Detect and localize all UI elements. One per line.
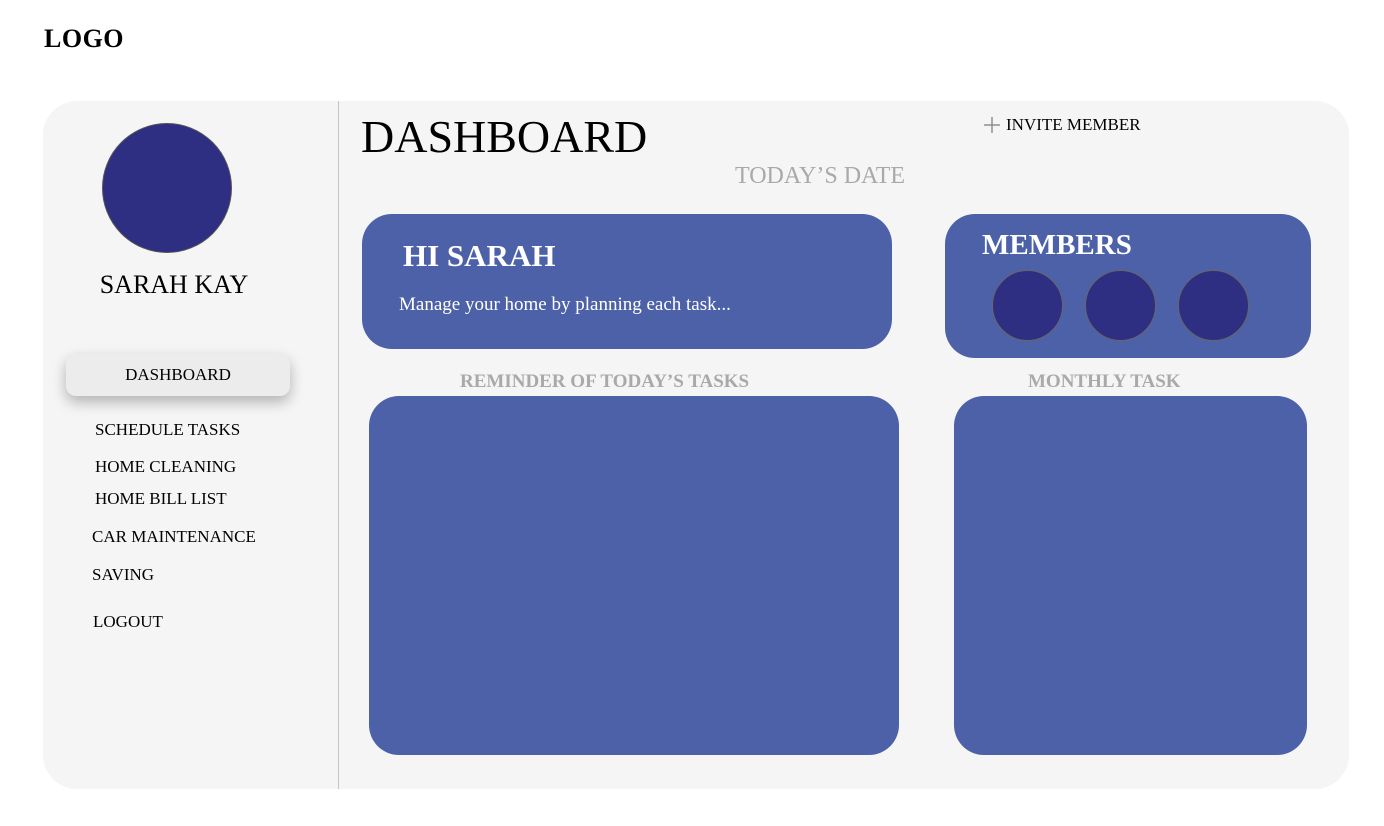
plus-icon [984, 117, 1000, 133]
sidebar-item-dashboard[interactable]: DASHBOARD [66, 354, 290, 396]
member-avatar[interactable] [1085, 270, 1156, 341]
sidebar-item-schedule-tasks[interactable]: SCHEDULE TASKS [95, 420, 240, 440]
user-avatar[interactable] [102, 123, 232, 253]
sidebar-item-home-bill-list[interactable]: HOME BILL LIST [95, 489, 227, 509]
members-card: MEMBERS [945, 214, 1311, 358]
invite-member-button[interactable]: INVITE MEMBER [983, 114, 1141, 136]
greeting-subtitle: Manage your home by planning each task..… [399, 294, 731, 315]
members-title: MEMBERS [982, 229, 1132, 261]
sidebar-item-saving[interactable]: SAVING [92, 565, 154, 585]
app-card: SARAH KAY DASHBOARD SCHEDULE TASKS HOME … [43, 101, 1349, 789]
page-title: DASHBOARD [361, 111, 648, 162]
logo: LOGO [44, 24, 125, 53]
todays-date: TODAY’S DATE [735, 163, 906, 189]
greeting-title: HI SARAH [403, 238, 556, 273]
member-avatar[interactable] [1178, 270, 1249, 341]
reminder-tasks-panel [369, 396, 899, 755]
monthly-task-panel [954, 396, 1307, 755]
greeting-card: HI SARAH Manage your home by planning ea… [362, 214, 892, 349]
sidebar-item-home-cleaning[interactable]: HOME CLEANING [95, 457, 236, 477]
user-name: SARAH KAY [99, 270, 249, 299]
reminder-section-label: REMINDER OF TODAY’S TASKS [460, 371, 750, 392]
invite-member-label: INVITE MEMBER [1006, 115, 1141, 134]
monthly-task-label: MONTHLY TASK [1028, 371, 1181, 392]
sidebar-item-logout[interactable]: LOGOUT [93, 612, 163, 632]
sidebar-divider [338, 101, 339, 789]
member-avatar[interactable] [992, 270, 1063, 341]
sidebar-item-car-maintenance[interactable]: CAR MAINTENANCE [92, 527, 256, 547]
